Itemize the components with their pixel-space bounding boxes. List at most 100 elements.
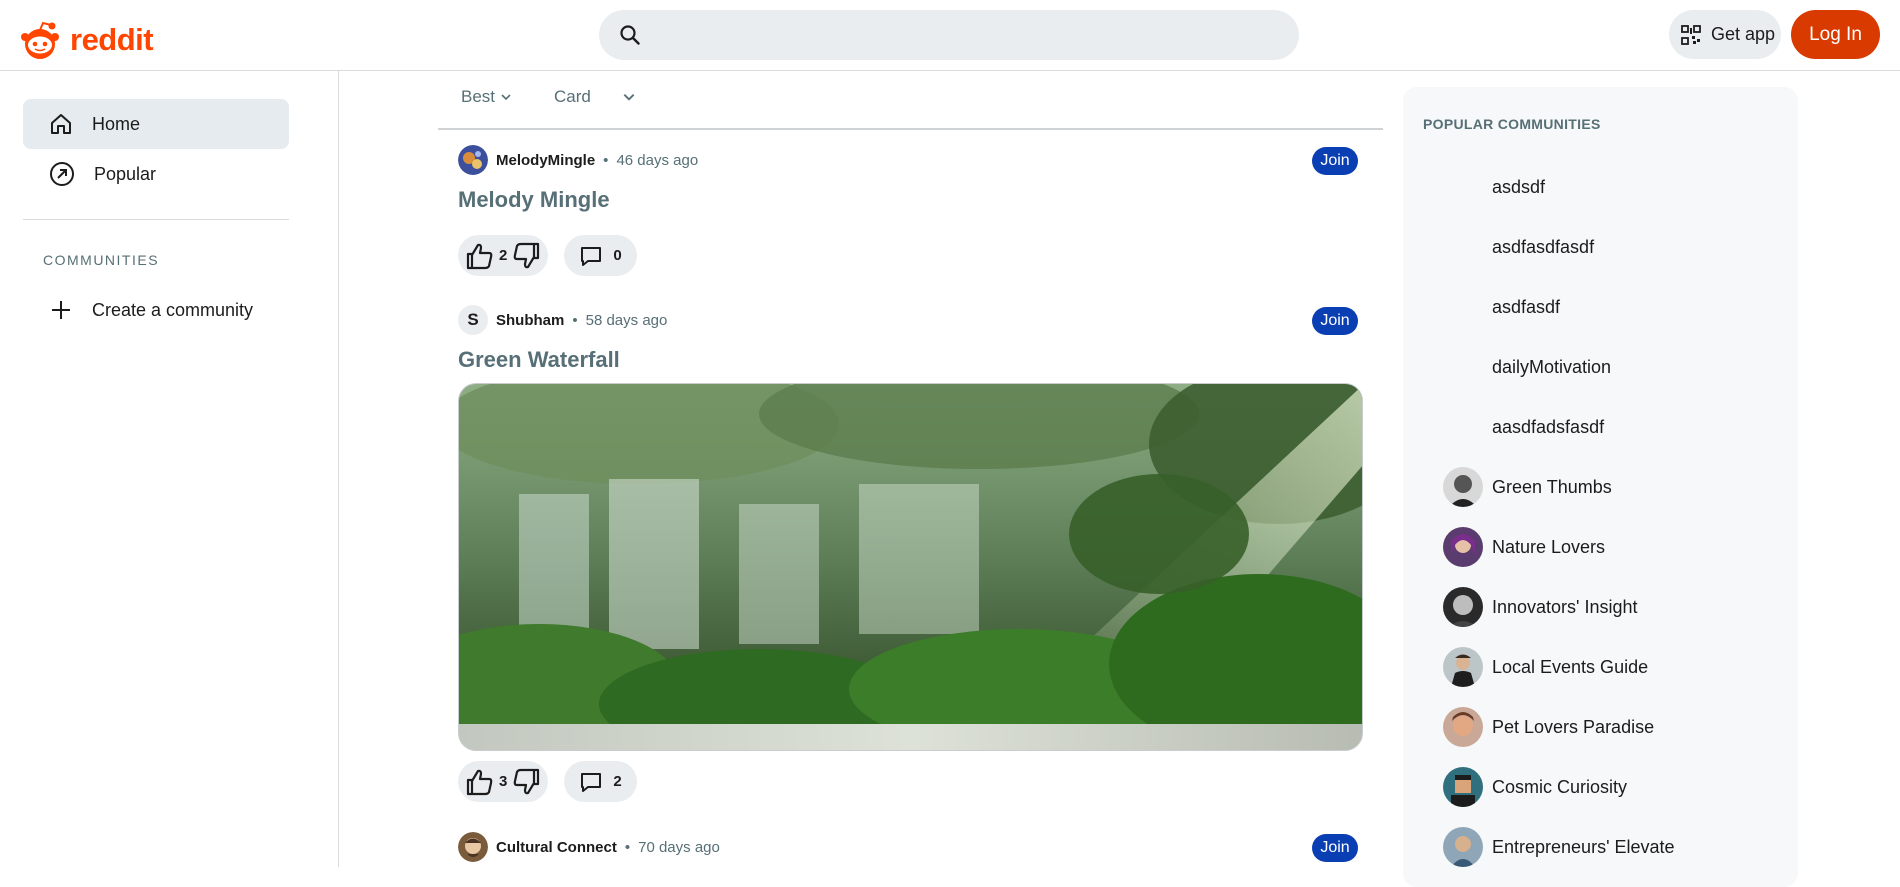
comments-button[interactable]: 0 [564, 235, 637, 276]
post-card[interactable]: Cultural Connect • 70 days ago Join [458, 832, 1363, 862]
community-item[interactable]: Pet Lovers Paradise [1443, 705, 1654, 749]
community-item[interactable]: Cosmic Curiosity [1443, 765, 1627, 809]
meta-separator: • [572, 311, 578, 329]
popular-communities-panel: POPULAR COMMUNITIES asdsdf asdfasdfasdf … [1403, 87, 1798, 887]
avatar [1443, 227, 1483, 267]
community-item[interactable]: aasdfadsfasdf [1443, 405, 1604, 449]
downvote-icon[interactable] [510, 241, 544, 271]
community-item[interactable]: Entrepreneurs' Elevate [1443, 825, 1675, 869]
post-card[interactable]: S Shubham • 58 days ago Join Green Water… [458, 305, 1363, 802]
sort-dropdown[interactable]: Best [461, 87, 512, 107]
create-community-button[interactable]: Create a community [23, 285, 289, 335]
avatar [1443, 467, 1483, 507]
vote-count: 3 [499, 773, 508, 790]
join-button[interactable]: Join [1312, 307, 1358, 335]
community-name: Green Thumbs [1492, 476, 1612, 497]
popular-communities-title: POPULAR COMMUNITIES [1423, 116, 1601, 132]
community-name: Local Events Guide [1492, 656, 1649, 677]
avatar [1443, 767, 1483, 807]
community-name: aasdfadsfasdf [1492, 416, 1605, 437]
avatar [1443, 407, 1483, 447]
post-author[interactable]: Shubham [496, 312, 564, 329]
post-image[interactable] [458, 383, 1363, 751]
upvote-icon[interactable] [462, 767, 496, 797]
vote-control: 3 [458, 761, 549, 802]
community-item[interactable]: dailyMotivation [1443, 345, 1611, 389]
waterfall-image [459, 384, 1362, 750]
community-name: Innovators' Insight [1492, 596, 1638, 617]
avatar[interactable]: S [458, 305, 488, 335]
post-title[interactable]: Melody Mingle [458, 187, 1363, 213]
comments-button[interactable]: 2 [564, 761, 637, 802]
sidebar-item-label: Popular [94, 163, 157, 184]
community-item[interactable]: asdfasdfasdf [1443, 225, 1594, 269]
post-actions: 2 0 [458, 235, 1363, 276]
community-item[interactable]: asdfasdf [1443, 285, 1560, 329]
reddit-snoo-icon [21, 21, 59, 59]
community-name: asdfasdf [1492, 296, 1561, 317]
left-sidebar: Home Popular COMMUNITIES Create a commun… [0, 71, 339, 867]
view-dropdown[interactable]: Card [554, 87, 636, 107]
avatar[interactable] [458, 145, 488, 175]
post-author[interactable]: MelodyMingle [496, 152, 595, 169]
sort-label: Best [461, 87, 496, 106]
post-meta: MelodyMingle • 46 days ago [458, 145, 1363, 175]
communities-heading: COMMUNITIES [43, 252, 160, 268]
avatar [1443, 827, 1483, 867]
login-button[interactable]: Log In [1791, 10, 1880, 59]
community-item[interactable]: Innovators' Insight [1443, 585, 1638, 629]
search-icon [620, 25, 640, 45]
community-name: Entrepreneurs' Elevate [1492, 836, 1675, 857]
top-bar: reddit Get app Log In [0, 0, 1900, 71]
comment-count: 2 [613, 773, 622, 790]
avatar [1443, 707, 1483, 747]
avatar [1443, 287, 1483, 327]
comment-icon [581, 772, 602, 792]
join-button[interactable]: Join [1312, 147, 1358, 175]
post-author[interactable]: Cultural Connect [496, 839, 617, 856]
community-item[interactable]: Nature Lovers [1443, 525, 1605, 569]
logo-text: reddit [70, 22, 154, 57]
avatar [1443, 647, 1483, 687]
community-name: Nature Lovers [1492, 536, 1606, 557]
join-button[interactable]: Join [1312, 834, 1358, 862]
popular-icon [50, 162, 74, 186]
meta-separator: • [624, 838, 631, 856]
upvote-icon[interactable] [462, 241, 496, 271]
get-app-button[interactable]: Get app [1669, 10, 1781, 59]
avatar[interactable] [458, 832, 488, 862]
home-icon [51, 114, 71, 134]
community-item[interactable]: Local Events Guide [1443, 645, 1648, 689]
post-actions: 3 2 [458, 761, 1363, 802]
post-time: 70 days ago [638, 838, 720, 856]
sidebar-item-popular[interactable]: Popular [23, 149, 289, 199]
reddit-logo[interactable]: reddit [18, 20, 154, 60]
sort-bar: Best Card [438, 71, 1383, 130]
community-name: asdsdf [1492, 176, 1546, 197]
meta-separator: • [603, 151, 609, 169]
avatar [1443, 167, 1483, 207]
plus-icon [52, 301, 70, 319]
sidebar-item-home[interactable]: Home [23, 99, 289, 149]
search-input[interactable] [599, 10, 1299, 60]
qr-code-icon [1681, 24, 1701, 45]
chevron-down-icon [501, 94, 511, 101]
post-meta: Cultural Connect • 70 days ago [458, 832, 1363, 862]
post-title[interactable]: Green Waterfall [458, 347, 1363, 373]
post-time: 58 days ago [585, 311, 668, 329]
post-time: 46 days ago [616, 151, 699, 169]
avatar [1443, 347, 1483, 387]
comment-count: 0 [613, 247, 622, 264]
chevron-down-icon [623, 94, 635, 101]
community-item[interactable]: asdsdf [1443, 165, 1545, 209]
vote-count: 2 [499, 247, 508, 264]
sidebar-divider [23, 219, 289, 220]
post-card[interactable]: MelodyMingle • 46 days ago Join Melody M… [458, 145, 1363, 276]
avatar [1443, 527, 1483, 567]
view-label: Card [554, 87, 591, 106]
vote-control: 2 [458, 235, 549, 276]
community-name: Cosmic Curiosity [1492, 776, 1628, 797]
downvote-icon[interactable] [510, 767, 544, 797]
community-item[interactable]: Green Thumbs [1443, 465, 1612, 509]
avatar [1443, 587, 1483, 627]
